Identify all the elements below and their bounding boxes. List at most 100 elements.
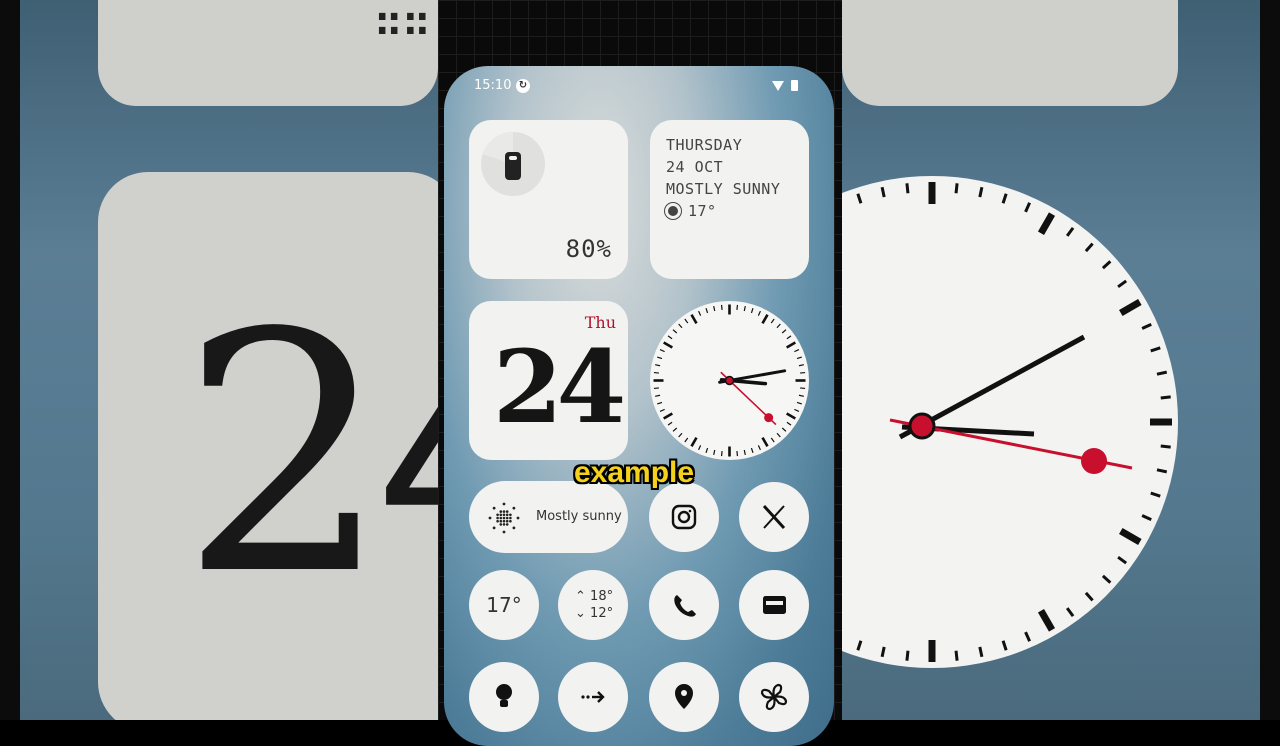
sun-dot (509, 513, 512, 517)
background-clock-tick (1156, 370, 1168, 376)
flashlight-button[interactable] (469, 662, 539, 732)
sun-dot (496, 516, 499, 520)
battery-widget[interactable]: 80% (469, 120, 628, 279)
wallet-app-button[interactable] (739, 570, 809, 640)
background-clock-tick (880, 186, 886, 198)
clock-center (724, 375, 735, 386)
clock-widget[interactable] (650, 301, 809, 460)
weather-day: THURSDAY (666, 136, 743, 154)
background-clock-tick (905, 650, 910, 661)
clock-tick (663, 412, 673, 420)
clock-tick (736, 451, 739, 457)
clock-tick (800, 371, 806, 374)
clock-tick (770, 437, 775, 443)
clock-tick (698, 445, 702, 451)
date-widget[interactable]: Thu 24 (469, 301, 628, 460)
sun-ray-dot (502, 530, 506, 534)
sun-dot (505, 510, 509, 513)
phone-frame: 15:10 ↻ 80% THURSDAY 24 OCT MOSTLY SUNNY… (438, 0, 842, 746)
instagram-button[interactable] (649, 482, 719, 552)
wifi-icon (772, 81, 784, 91)
sun-dot (496, 519, 499, 523)
phone-call-icon (674, 595, 696, 617)
instagram-icon (671, 504, 697, 530)
clock-tick (653, 371, 659, 374)
x-icon (762, 504, 786, 530)
clock-tick (776, 323, 781, 329)
clock-tick (655, 364, 661, 367)
weather-pill-widget[interactable]: Mostly sunny (469, 481, 628, 553)
clock-tick (794, 408, 800, 412)
background-clock-tick (1156, 468, 1168, 474)
clock-tick (684, 437, 689, 443)
clock-tick (750, 308, 754, 314)
sun-dot (499, 516, 503, 520)
background-clock (842, 172, 1182, 692)
clock-second-dot (764, 413, 774, 423)
date-number: 24 (493, 328, 626, 446)
sun-dot (499, 513, 503, 517)
clock-tick (659, 349, 665, 353)
clock-tick (743, 449, 746, 455)
clock-tick (672, 329, 678, 334)
clock-tick (690, 314, 698, 324)
clock-tick (794, 349, 800, 353)
background-clock-tick (978, 646, 984, 658)
low-temperature: 12° (590, 606, 614, 621)
temperature-widget[interactable]: 17° (469, 570, 539, 640)
clock-tick (698, 310, 702, 316)
sun-dot (502, 513, 506, 517)
clock-tick (781, 427, 787, 432)
sun-dot (505, 519, 509, 523)
clock-tick (798, 394, 804, 397)
clock-tick (786, 341, 796, 349)
high-low-widget[interactable]: ⌃ 18° ⌄ 12° (558, 570, 628, 640)
lightbulb-icon (496, 684, 512, 707)
shortcut-button[interactable] (558, 662, 628, 732)
sun-dot (499, 519, 503, 523)
clock-tick (655, 394, 661, 397)
background-clock-tick (1160, 444, 1171, 449)
phone-app-button[interactable] (649, 570, 719, 640)
location-pin-icon (675, 684, 693, 709)
video-caption: example (574, 456, 695, 489)
clock-tick (705, 308, 709, 314)
background-clock-tick (954, 183, 959, 194)
clock-tick (678, 432, 683, 438)
fan-button[interactable] (739, 662, 809, 732)
clock-tick (663, 341, 673, 349)
clock-tick (761, 437, 769, 447)
sun-ray-dot (512, 526, 516, 530)
maps-button[interactable] (649, 662, 719, 732)
sun-ray-dot (488, 516, 492, 520)
high-low-values: ⌃ 18° ⌄ 12° (575, 588, 613, 622)
current-temperature: 17° (486, 593, 522, 617)
clock-tick (798, 364, 804, 367)
background-clock-tick (978, 186, 984, 198)
clock-tick (750, 447, 754, 453)
clock-tick (770, 318, 775, 324)
clock-tick (672, 427, 678, 432)
sun-dot (499, 523, 503, 526)
background-clock-tick (905, 183, 910, 194)
weather-pill-label: Mostly sunny (536, 509, 622, 524)
clock-tick (796, 356, 802, 360)
high-temperature: 18° (590, 589, 614, 604)
home-screen: 15:10 ↻ 80% THURSDAY 24 OCT MOSTLY SUNNY… (444, 66, 834, 746)
clock-tick (776, 432, 781, 438)
sun-dot (509, 516, 512, 520)
background-clock-tick (954, 650, 959, 661)
battery-icon (791, 80, 798, 91)
clock-tick (720, 304, 723, 310)
weather-date: 24 OCT (666, 158, 724, 176)
sun-dot (505, 513, 509, 517)
x-button[interactable] (739, 482, 809, 552)
weather-temperature: 17° (688, 202, 717, 220)
clock-tick (684, 318, 689, 324)
sun-dot (499, 510, 503, 513)
sun-dot (502, 523, 506, 526)
weather-widget[interactable]: THURSDAY 24 OCT MOSTLY SUNNY 17° (650, 120, 809, 279)
sun-dot (505, 516, 509, 520)
weather-condition: MOSTLY SUNNY (666, 180, 781, 198)
clock-tick (667, 335, 673, 340)
